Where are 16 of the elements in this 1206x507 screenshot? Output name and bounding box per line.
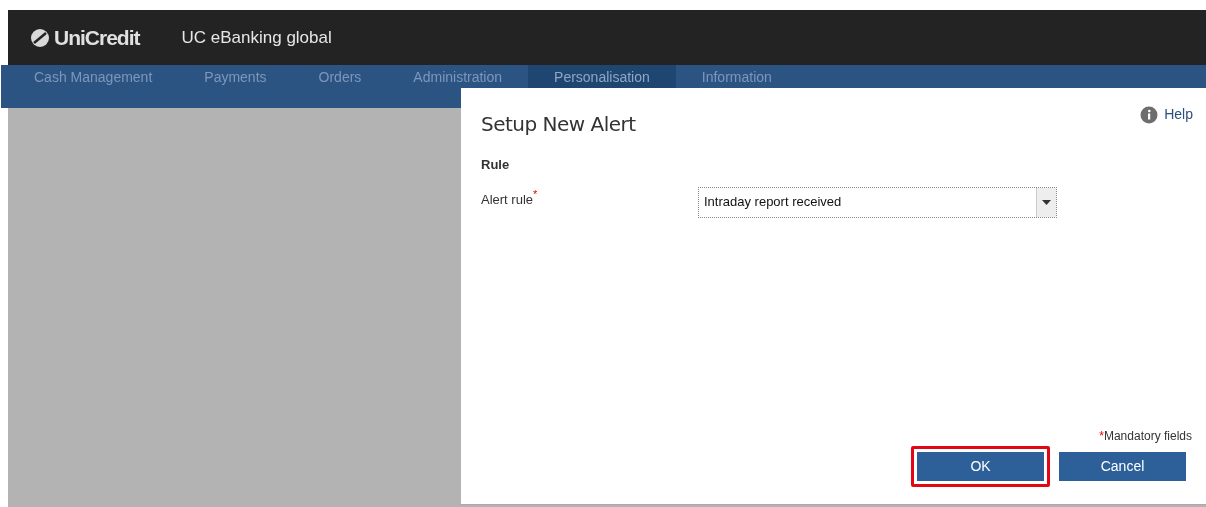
alert-rule-select[interactable]: Intraday report received (698, 186, 1057, 218)
nav-tab[interactable]: Cash Management (8, 65, 179, 108)
brand-name: UniCredit (54, 24, 140, 51)
cancel-button[interactable]: Cancel (1059, 452, 1186, 481)
info-icon (1140, 105, 1159, 124)
dialog-title: Setup New Alert (481, 111, 636, 138)
app-title: UC eBanking global (181, 26, 332, 49)
help-link[interactable]: Help (1140, 104, 1193, 125)
nav-tab[interactable]: Payments (178, 65, 293, 108)
dropdown-caret-icon (1042, 199, 1051, 205)
nav-tab[interactable]: Orders (292, 65, 388, 108)
section-heading: Rule (481, 156, 511, 174)
logo-icon (30, 27, 50, 48)
field-label: Alert rule$^{*}$ (481, 187, 539, 209)
mandatory-note: *Mandatory fields (1099, 428, 1192, 445)
ok-button[interactable]: OK (917, 452, 1044, 481)
